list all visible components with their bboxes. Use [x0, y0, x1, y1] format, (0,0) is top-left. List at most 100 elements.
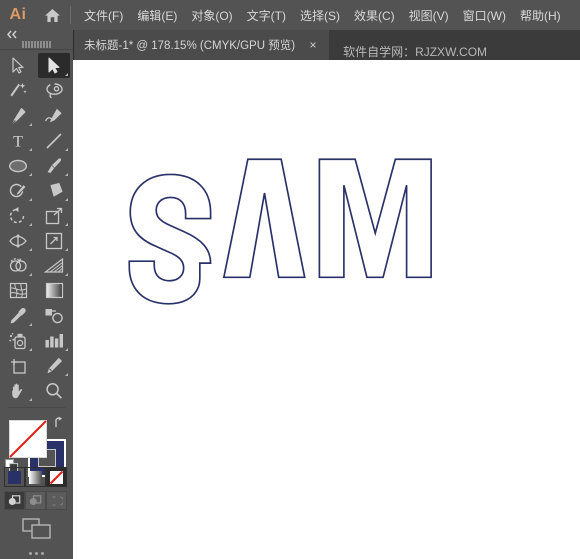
menu-bar: Ai 文件(F) 编辑(E) 对象(O) 文字(T) 选择(S) 效果(C) 视… [0, 0, 580, 30]
draw-behind-button[interactable] [25, 491, 46, 511]
blend-tool-icon[interactable] [38, 303, 70, 328]
symbol-sprayer-tool-icon[interactable] [2, 328, 34, 353]
hand-tool-icon[interactable] [2, 378, 34, 403]
dot [35, 552, 38, 556]
curvature-tool-icon[interactable] [38, 103, 70, 128]
dot [41, 552, 44, 556]
edit-toolbar-button[interactable] [0, 548, 73, 559]
document-tab[interactable]: 未标题-1* @ 178.15% (CMYK/GPU 预览) × [73, 30, 330, 60]
slice-tool-icon[interactable] [38, 353, 70, 378]
gradient-button[interactable] [25, 467, 46, 488]
shaper-tool-icon[interactable] [2, 178, 34, 203]
panel-drag-grip[interactable] [0, 39, 73, 51]
menu-type[interactable]: 文字(T) [240, 0, 293, 30]
zoom-tool-icon[interactable] [38, 378, 70, 403]
flyout-indicator [29, 198, 32, 202]
blend-glyph [45, 309, 63, 324]
gradient-glyph [45, 283, 63, 299]
watermark-text: 软件自学网：RJZXW.COM [343, 45, 488, 59]
draw-normal-button[interactable] [4, 491, 25, 511]
sam-letters [128, 158, 432, 305]
toolbar-separator [8, 407, 65, 408]
symbol-sprayer-glyph [9, 332, 26, 349]
rotate-tool-icon[interactable] [2, 203, 34, 228]
free-transform-glyph [45, 232, 63, 249]
double-chevron-left-icon [7, 30, 17, 39]
menu-select[interactable]: 选择(S) [293, 0, 347, 30]
lasso-tool-icon[interactable] [38, 78, 70, 103]
shape-builder-glyph [9, 258, 27, 272]
fill-stroke-controls [0, 414, 73, 477]
menu-file[interactable]: 文件(F) [77, 0, 130, 30]
ai-logo: Ai [9, 6, 27, 23]
pen-tool-icon[interactable] [2, 103, 34, 128]
close-icon[interactable]: × [306, 39, 320, 51]
direct-selection-tool-icon[interactable] [2, 53, 34, 78]
menu-help[interactable]: 帮助(H) [513, 0, 568, 30]
flyout-indicator [29, 348, 32, 352]
document-tab-label: 未标题-1* @ 178.15% (CMYK/GPU 预览) [84, 40, 296, 52]
eyedropper-glyph [10, 307, 26, 324]
width-glyph [9, 234, 27, 248]
scale-glyph [45, 207, 62, 224]
change-screen-mode-button[interactable] [0, 518, 73, 540]
sam-outline-artwork[interactable] [73, 60, 580, 559]
tool-grid: T [0, 50, 73, 403]
column-graph-tool-icon[interactable] [38, 328, 70, 353]
selection-tool-icon[interactable] [38, 53, 70, 79]
letter-m [318, 158, 432, 279]
fill-swatch[interactable] [9, 419, 47, 458]
none-button[interactable] [46, 467, 67, 488]
type-tool-icon[interactable]: T [2, 128, 34, 153]
ellipse-glyph [8, 159, 28, 173]
line-segment-tool-icon[interactable] [38, 128, 70, 153]
flyout-indicator [29, 273, 32, 277]
magic-wand-tool-icon[interactable] [2, 78, 34, 103]
document-canvas[interactable] [73, 60, 580, 559]
rotate-glyph [9, 206, 25, 223]
svg-text:T: T [13, 134, 23, 150]
document-tab-bar: 未标题-1* @ 178.15% (CMYK/GPU 预览) × 软件自学网：R… [0, 30, 580, 60]
slice-glyph [47, 357, 62, 373]
flyout-indicator [65, 223, 68, 227]
flyout-indicator [65, 273, 68, 277]
line-segment-glyph [46, 133, 62, 149]
draw-inside-button[interactable] [46, 491, 67, 511]
flyout-indicator [29, 148, 32, 152]
type-glyph: T [13, 134, 23, 150]
eraser-tool-icon[interactable] [38, 178, 70, 203]
lasso-glyph [45, 83, 63, 99]
swap-fill-stroke-icon[interactable] [54, 416, 67, 434]
ellipse-tool-icon[interactable] [2, 153, 34, 178]
draw-normal-glyph [8, 495, 21, 505]
menu-window[interactable]: 窗口(W) [456, 0, 513, 30]
flyout-indicator [65, 348, 68, 352]
width-tool-icon[interactable] [2, 228, 34, 253]
gradient-tool-icon[interactable] [38, 278, 70, 303]
draw-behind-glyph [29, 495, 42, 505]
menu-object[interactable]: 对象(O) [184, 0, 239, 30]
color-mode-row [4, 467, 69, 488]
free-transform-tool-icon[interactable] [38, 228, 70, 253]
scale-tool-icon[interactable] [38, 203, 70, 228]
color-button[interactable] [4, 467, 25, 488]
artboard-tool-icon[interactable] [2, 353, 34, 378]
letter-a [222, 158, 306, 279]
paintbrush-tool-icon[interactable] [38, 153, 70, 178]
flyout-indicator [29, 248, 32, 252]
flyout-indicator [65, 73, 68, 77]
home-icon[interactable] [36, 0, 68, 30]
menu-view[interactable]: 视图(V) [402, 0, 456, 30]
mesh-tool-icon[interactable] [2, 278, 34, 303]
eyedropper-tool-icon[interactable] [2, 303, 34, 328]
perspective-grid-tool-icon[interactable] [38, 253, 70, 278]
shaper-glyph [9, 183, 26, 197]
menu-divider [70, 6, 71, 24]
shape-builder-tool-icon[interactable] [2, 253, 34, 278]
flyout-indicator [65, 173, 68, 177]
collapse-panel-button[interactable] [0, 30, 73, 39]
menu-effect[interactable]: 效果(C) [347, 0, 402, 30]
tools-panel: T [0, 30, 74, 559]
flyout-indicator [29, 323, 32, 327]
menu-edit[interactable]: 编辑(E) [130, 0, 184, 30]
